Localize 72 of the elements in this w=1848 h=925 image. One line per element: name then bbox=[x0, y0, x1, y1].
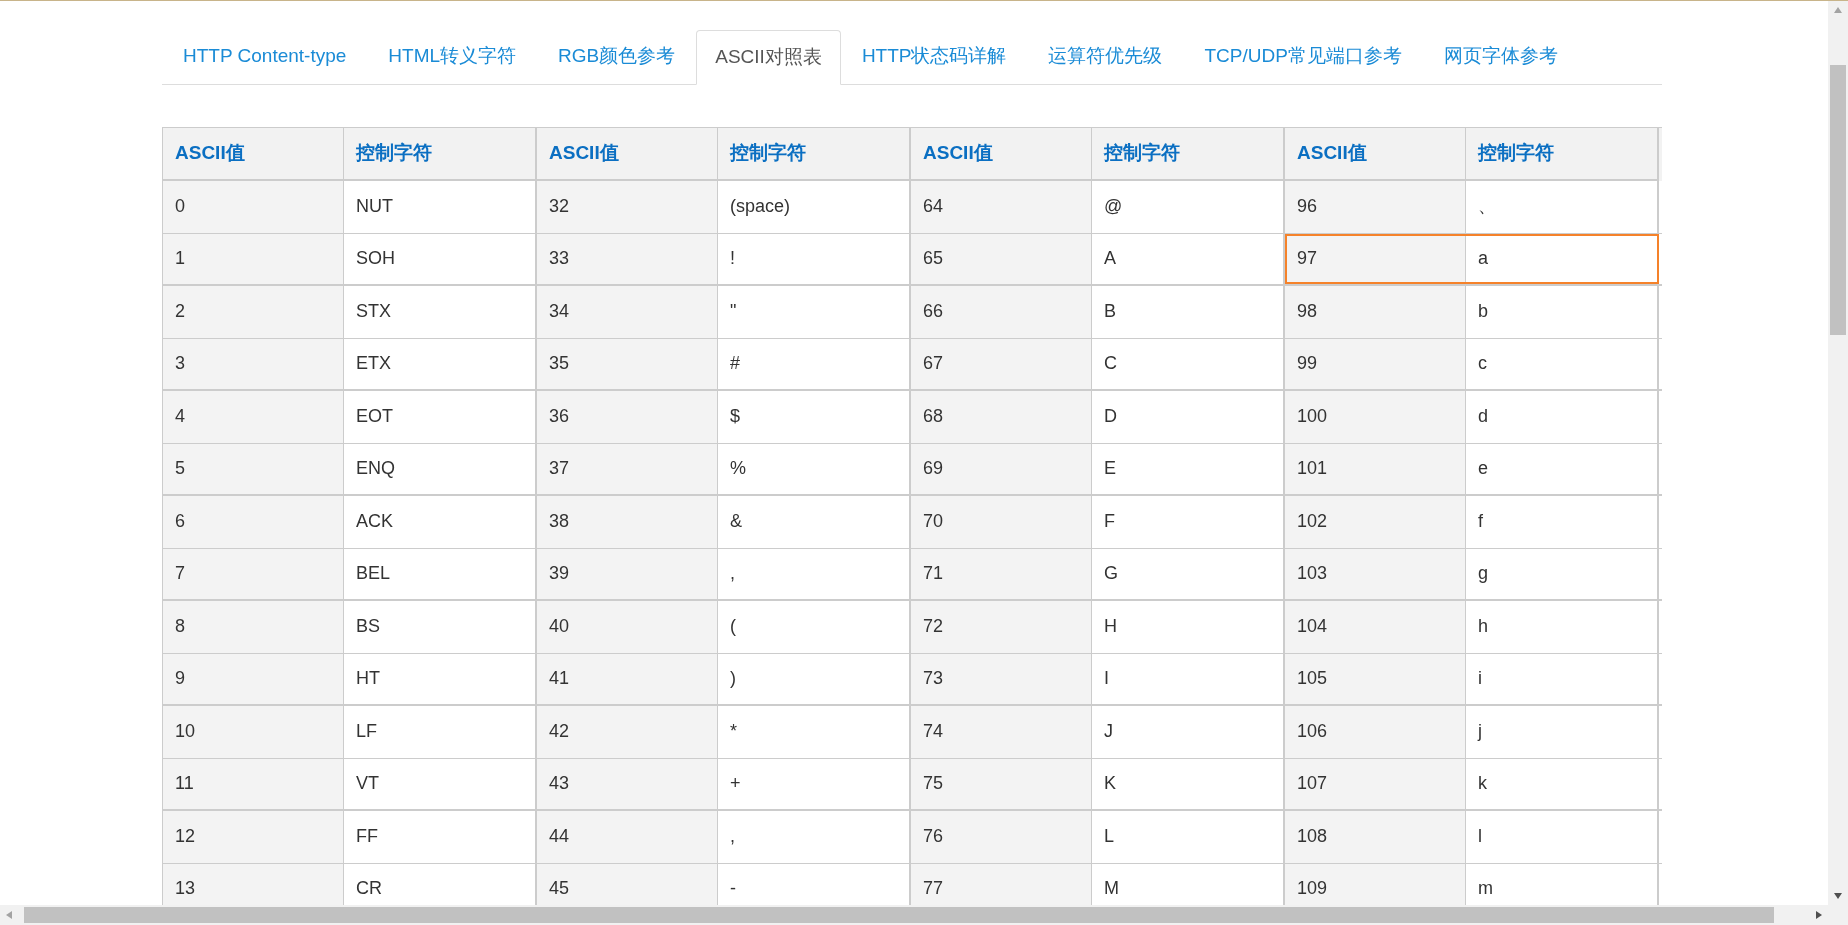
table-cell: 10 bbox=[163, 706, 344, 758]
table-cell: 4 bbox=[163, 391, 344, 443]
vertical-scrollbar[interactable] bbox=[1828, 1, 1848, 905]
tab[interactable]: TCP/UDP常见端口参考 bbox=[1183, 29, 1423, 84]
table-cell: 39 bbox=[537, 548, 718, 599]
table-cell: 7 bbox=[163, 548, 344, 599]
table-cell: 73 bbox=[911, 653, 1092, 704]
table-cell: 109 bbox=[1285, 863, 1466, 905]
tab[interactable]: 网页字体参考 bbox=[1422, 29, 1579, 84]
scrollbar-thumb[interactable] bbox=[24, 907, 1774, 923]
table-cell: 101 bbox=[1285, 443, 1466, 494]
table-cell: 38 bbox=[537, 496, 718, 548]
tab[interactable]: 运算符优先级 bbox=[1027, 29, 1184, 84]
table-cell: 67 bbox=[911, 338, 1092, 389]
table-cell: 77 bbox=[911, 863, 1092, 905]
tab[interactable]: HTTP状态码详解 bbox=[840, 29, 1028, 84]
table-cell: 108 bbox=[1285, 811, 1466, 863]
table-cell: 41 bbox=[537, 653, 718, 704]
table-cell: 36 bbox=[537, 391, 718, 443]
table-cell: 43 bbox=[537, 758, 718, 809]
table-cell: 44 bbox=[537, 811, 718, 863]
scroll-left-icon[interactable] bbox=[6, 911, 12, 919]
tab[interactable]: HTTP Content-type bbox=[162, 29, 368, 84]
table-cell: 2 bbox=[163, 286, 344, 338]
table-cell: 12 bbox=[163, 811, 344, 863]
table-cell: 40 bbox=[537, 601, 718, 653]
table-cell: 0 bbox=[163, 181, 344, 233]
table-cell: 107 bbox=[1285, 758, 1466, 809]
table-cell: 102 bbox=[1285, 496, 1466, 548]
table-cell: 34 bbox=[537, 286, 718, 338]
table-cell: 6 bbox=[163, 496, 344, 548]
table-cell: 37 bbox=[537, 443, 718, 494]
table-cell: 97 bbox=[1285, 233, 1466, 284]
table-cell: 70 bbox=[911, 496, 1092, 548]
scroll-right-icon[interactable] bbox=[1816, 911, 1822, 919]
table-cell: 96 bbox=[1285, 181, 1466, 233]
table-cell: 13 bbox=[163, 863, 344, 905]
table-cell: 69 bbox=[911, 443, 1092, 494]
table-cell: 65 bbox=[911, 233, 1092, 284]
tab[interactable]: RGB颜色参考 bbox=[537, 29, 697, 84]
scroll-up-icon[interactable] bbox=[1834, 7, 1842, 13]
table-cell: 98 bbox=[1285, 286, 1466, 338]
table-cell: 99 bbox=[1285, 338, 1466, 389]
table-cell: 105 bbox=[1285, 653, 1466, 704]
table-cell: 68 bbox=[911, 391, 1092, 443]
table-cell: 104 bbox=[1285, 601, 1466, 653]
table-cell: 75 bbox=[911, 758, 1092, 809]
table-cell: 103 bbox=[1285, 548, 1466, 599]
table-cell: 33 bbox=[537, 233, 718, 284]
scrollbar-thumb[interactable] bbox=[1830, 65, 1846, 335]
table-cell: 9 bbox=[163, 653, 344, 704]
table-cell: 74 bbox=[911, 706, 1092, 758]
table-cell: 106 bbox=[1285, 706, 1466, 758]
table-cell: 8 bbox=[163, 601, 344, 653]
table-cell: 32 bbox=[537, 181, 718, 233]
table-cell: 3 bbox=[163, 338, 344, 389]
table-cell: 1 bbox=[163, 233, 344, 284]
table-cell: 100 bbox=[1285, 391, 1466, 443]
table-cell: 45 bbox=[537, 863, 718, 905]
horizontal-scrollbar[interactable] bbox=[0, 905, 1848, 925]
table-cell: 35 bbox=[537, 338, 718, 389]
table-cell: 64 bbox=[911, 181, 1092, 233]
table-cell: 76 bbox=[911, 811, 1092, 863]
table-cell: 72 bbox=[911, 601, 1092, 653]
tab[interactable]: HTML转义字符 bbox=[367, 29, 538, 84]
table-cell: 71 bbox=[911, 548, 1092, 599]
scroll-down-icon[interactable] bbox=[1834, 893, 1842, 899]
table-cell: 66 bbox=[911, 286, 1092, 338]
table-cell: 11 bbox=[163, 758, 344, 809]
table-cell: 5 bbox=[163, 443, 344, 494]
table-cell: 42 bbox=[537, 706, 718, 758]
tab[interactable]: ASCII对照表 bbox=[696, 30, 841, 85]
